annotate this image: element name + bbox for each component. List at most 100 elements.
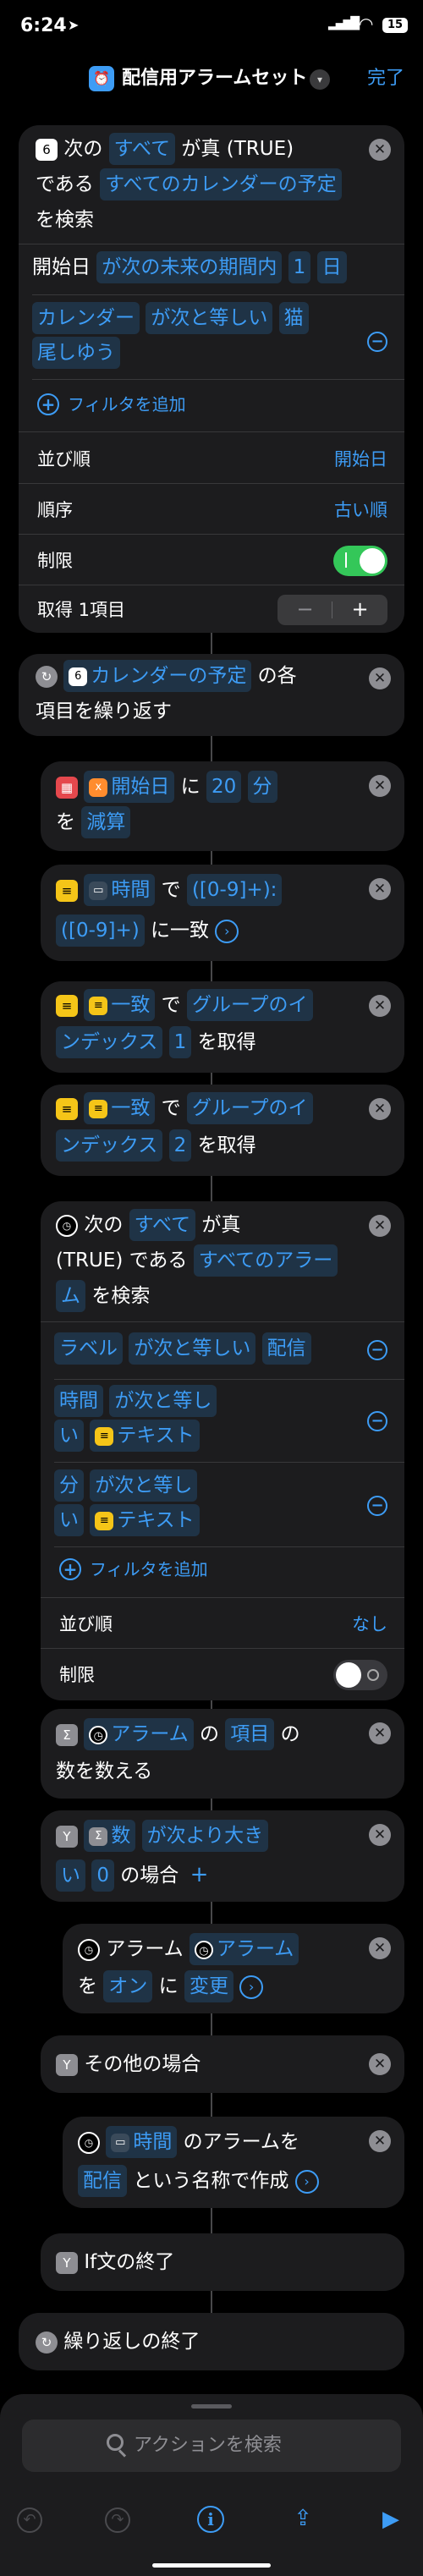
done-button[interactable]: 完了 bbox=[367, 66, 404, 91]
remove-action-icon[interactable]: ✕ bbox=[369, 2053, 391, 2075]
quantifier-token[interactable]: すべて bbox=[108, 133, 176, 165]
info-icon[interactable]: i bbox=[197, 2506, 224, 2533]
text-variable-icon: ≡ bbox=[95, 1511, 114, 1530]
sort-row[interactable]: 並び順 なし bbox=[59, 1599, 387, 1648]
remove-action-icon[interactable]: ✕ bbox=[369, 995, 391, 1017]
time-variable-icon: ▭ bbox=[111, 2133, 130, 2152]
search-icon bbox=[107, 2434, 124, 2451]
remove-filter-icon[interactable]: − bbox=[367, 1411, 387, 1431]
clock-icon: ◷ bbox=[89, 1725, 108, 1744]
remove-action-icon[interactable]: ✕ bbox=[369, 1215, 391, 1237]
limit-toggle-on[interactable] bbox=[333, 546, 387, 576]
remove-action-icon[interactable]: ✕ bbox=[369, 2130, 391, 2152]
remove-filter-icon[interactable]: − bbox=[367, 332, 387, 352]
sort-row[interactable]: 並び順 開始日 bbox=[37, 434, 387, 483]
sheet-grabber[interactable] bbox=[191, 2404, 232, 2408]
count-stepper[interactable]: − + bbox=[277, 595, 387, 625]
calendar-icon: 6 bbox=[36, 138, 58, 161]
get-group-action[interactable]: ≡ ≡ 一致 で グループのイ ンデックス 1 を取得 ✕ bbox=[41, 981, 404, 1073]
clock-icon: ◷ bbox=[56, 1214, 78, 1237]
title-menu-chevron-icon[interactable]: ▾ bbox=[310, 69, 330, 90]
share-icon[interactable]: ⇪ bbox=[291, 2504, 315, 2533]
nav-bar: ⏰ 配信用アラームセット ▾ 完了 bbox=[0, 59, 423, 102]
calendar-red-icon: ▦ bbox=[56, 776, 78, 799]
add-filter-icon: + bbox=[37, 393, 59, 415]
connector-line bbox=[211, 736, 212, 761]
remove-action-icon[interactable]: ✕ bbox=[369, 775, 391, 797]
toggle-alarm-action[interactable]: ◷ アラーム ◷ アラーム を オン に 変更 › ✕ bbox=[63, 1924, 404, 2013]
if-branch-icon: Y bbox=[56, 2251, 78, 2274]
clock-icon: ◷ bbox=[194, 1940, 213, 1959]
expand-chevron-icon[interactable]: › bbox=[239, 1975, 264, 1999]
undo-icon[interactable]: ↶ bbox=[17, 2507, 42, 2533]
battery-icon: 15 bbox=[382, 18, 408, 33]
match-text-action[interactable]: ≡ ▭ 時間 で ([0-9]+): ([0-9]+) に一致 › ✕ bbox=[41, 865, 404, 961]
bottom-toolbar: ↶ ↷ i ⇪ ▶ bbox=[0, 2501, 423, 2543]
redo-icon[interactable]: ↷ bbox=[105, 2507, 130, 2533]
match-variable-icon: ≡ bbox=[89, 996, 108, 1015]
get-group-action[interactable]: ≡ ≡ 一致 で グループのイ ンデックス 2 を取得 ✕ bbox=[41, 1085, 404, 1176]
text-variable-icon: ≡ bbox=[95, 1426, 114, 1446]
find-calendar-events-action[interactable]: 6 次の すべて が真 (TRUE) である すべてのカレンダーの予定 を検索 … bbox=[19, 125, 404, 633]
match-variable-icon: ≡ bbox=[89, 1099, 108, 1118]
repeat-icon: ↻ bbox=[36, 665, 58, 688]
add-filter-icon: + bbox=[59, 1558, 81, 1580]
text-icon: ≡ bbox=[56, 1097, 78, 1120]
status-time: 6:24 bbox=[20, 15, 67, 36]
end-repeat-action[interactable]: ↻ 繰り返しの終了 bbox=[19, 2313, 404, 2370]
expand-chevron-icon[interactable]: › bbox=[294, 2169, 319, 2194]
remove-action-icon[interactable]: ✕ bbox=[369, 1722, 391, 1744]
time-variable-icon: ▭ bbox=[89, 881, 108, 900]
remove-action-icon[interactable]: ✕ bbox=[369, 878, 391, 900]
repeat-icon: ↻ bbox=[36, 2331, 58, 2354]
play-icon[interactable]: ▶ bbox=[379, 2506, 403, 2533]
remove-action-icon[interactable]: ✕ bbox=[369, 1098, 391, 1120]
remove-action-icon[interactable]: ✕ bbox=[369, 1824, 391, 1846]
repeat-each-action[interactable]: ↻ 6 カレンダーの予定 の各 項目を繰り返す ✕ bbox=[19, 654, 404, 736]
limit-row: 制限 bbox=[37, 536, 387, 585]
if-action[interactable]: Y Σ数 が次より大き い 0 の場合 + ✕ bbox=[41, 1810, 404, 1902]
clock-icon: ◷ bbox=[78, 1938, 100, 1961]
connector-line bbox=[211, 633, 212, 654]
filter-row[interactable]: カレンダー が次と等しい 猫 尾しゆう bbox=[32, 301, 354, 371]
filter-row[interactable]: 分 が次と等し い ≡ テキスト bbox=[54, 1469, 333, 1538]
limit-toggle-off[interactable] bbox=[333, 1660, 387, 1690]
get-count-row: 取得 1項目 − + bbox=[37, 585, 387, 633]
remove-filter-icon[interactable]: − bbox=[367, 1340, 387, 1360]
remove-action-icon[interactable]: ✕ bbox=[369, 667, 391, 689]
if-branch-icon: Y bbox=[56, 1825, 78, 1848]
status-bar: 6:24 ➤ ▂▄▆█ ◠ 15 bbox=[0, 0, 423, 59]
search-placeholder: アクションを検索 bbox=[134, 2435, 282, 2456]
home-indicator bbox=[152, 2563, 271, 2568]
text-icon: ≡ bbox=[56, 994, 78, 1017]
find-alarms-action[interactable]: ◷ 次の すべて が真 (TRUE) である すべてのアラー ム を検索 ✕ ラ… bbox=[41, 1201, 404, 1700]
signal-icon: ▂▄▆█ bbox=[328, 17, 360, 30]
remove-action-icon[interactable]: ✕ bbox=[369, 1937, 391, 1959]
variable-icon: x bbox=[89, 777, 108, 797]
otherwise-action[interactable]: Y その他の場合 ✕ bbox=[41, 2035, 404, 2093]
filter-row[interactable]: 時間 が次と等し い ≡ テキスト bbox=[54, 1384, 333, 1453]
end-if-action[interactable]: Y If文の終了 bbox=[41, 2233, 404, 2291]
shortcut-title[interactable]: 配信用アラームセット bbox=[122, 66, 307, 91]
adjust-date-action[interactable]: ▦ x 開始日 に 20 分 を 減算 ✕ bbox=[41, 761, 404, 851]
add-filter-button[interactable]: + フィルタを追加 bbox=[37, 392, 186, 417]
add-condition-icon[interactable]: + bbox=[190, 1862, 209, 1887]
expand-chevron-icon[interactable]: › bbox=[215, 919, 239, 943]
create-alarm-action[interactable]: ◷ ▭ 時間 のアラームを 配信 という名称で作成 › ✕ bbox=[63, 2117, 404, 2208]
stepper-minus-button[interactable]: − bbox=[277, 595, 332, 625]
order-row[interactable]: 順序 古い順 bbox=[37, 485, 387, 534]
if-branch-icon: Y bbox=[56, 2053, 78, 2076]
count-action[interactable]: Σ ◷ アラーム の 項目 の 数を数える ✕ bbox=[41, 1709, 404, 1799]
alarm-app-icon: ⏰ bbox=[89, 66, 114, 91]
calendar-icon: 6 bbox=[69, 667, 88, 686]
source-token[interactable]: すべてのカレンダーの予定 bbox=[100, 168, 342, 200]
count-icon: Σ bbox=[56, 1723, 78, 1746]
filter-row[interactable]: 開始日 が次の未来の期間内 1 日 bbox=[32, 250, 347, 285]
add-filter-button[interactable]: + フィルタを追加 bbox=[59, 1557, 208, 1582]
remove-filter-icon[interactable]: − bbox=[367, 1496, 387, 1516]
stepper-plus-button[interactable]: + bbox=[332, 595, 387, 625]
filter-row[interactable]: ラベル が次と等しい 配信 bbox=[54, 1332, 311, 1366]
wifi-icon: ◠ bbox=[359, 14, 374, 34]
remove-action-icon[interactable]: ✕ bbox=[369, 139, 391, 161]
action-search-field[interactable]: アクションを検索 bbox=[22, 2419, 401, 2472]
